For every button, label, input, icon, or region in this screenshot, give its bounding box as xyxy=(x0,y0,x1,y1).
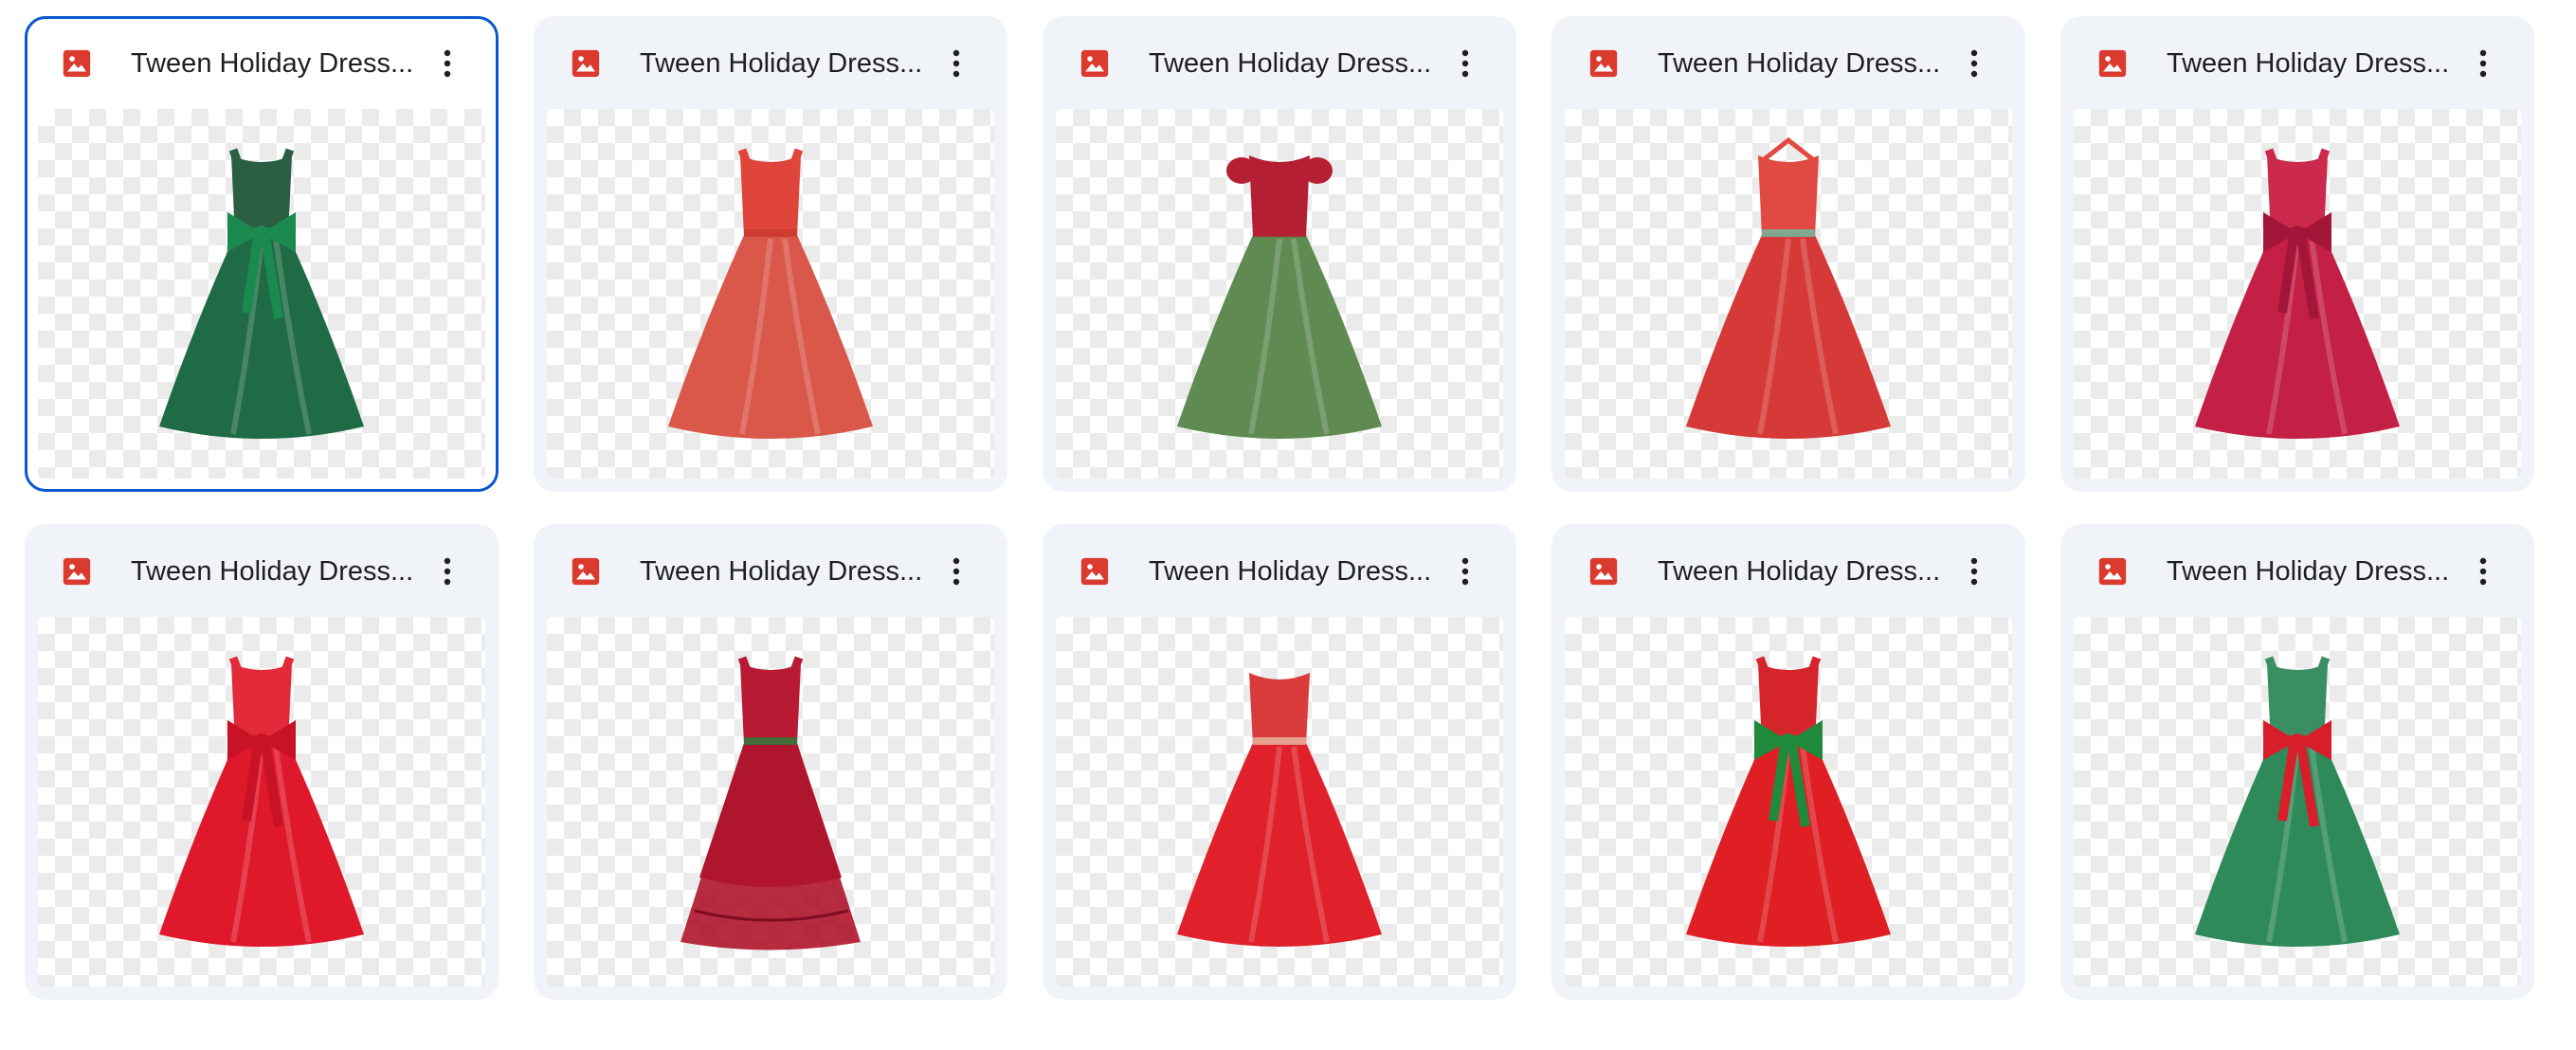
image-file-icon xyxy=(570,47,602,80)
more-options-button[interactable] xyxy=(934,41,979,86)
file-card-10[interactable]: Tween Holiday Dress... xyxy=(2060,524,2534,1000)
more-vert-icon xyxy=(1461,557,1469,586)
file-thumbnail xyxy=(1056,617,1503,987)
file-thumbnail xyxy=(2074,109,2521,479)
file-card-header: Tween Holiday Dress... xyxy=(534,16,1007,107)
dress-image xyxy=(680,656,861,950)
image-file-icon xyxy=(61,47,93,80)
file-card-header: Tween Holiday Dress... xyxy=(1043,16,1516,107)
more-vert-icon xyxy=(2479,49,2487,78)
file-title: Tween Holiday Dress... xyxy=(640,556,923,587)
file-card-4[interactable]: Tween Holiday Dress... xyxy=(1551,16,2025,492)
file-card-header: Tween Holiday Dress... xyxy=(1043,524,1516,615)
image-file-icon xyxy=(61,555,93,588)
more-vert-icon xyxy=(952,49,960,78)
more-options-button[interactable] xyxy=(1442,41,1488,86)
file-card-header: Tween Holiday Dress... xyxy=(1551,524,2025,615)
image-file-icon xyxy=(1079,47,1111,80)
dress-image xyxy=(2195,656,2400,947)
file-card-header: Tween Holiday Dress... xyxy=(25,524,499,615)
file-title: Tween Holiday Dress... xyxy=(640,48,923,79)
file-thumbnail xyxy=(38,617,485,987)
file-card-header: Tween Holiday Dress... xyxy=(27,19,496,110)
file-card-header: Tween Holiday Dress... xyxy=(1551,16,2025,107)
more-options-button[interactable] xyxy=(2460,549,2506,594)
more-vert-icon xyxy=(1970,49,1978,78)
file-title: Tween Holiday Dress... xyxy=(2167,556,2450,587)
dress-image xyxy=(1177,155,1382,439)
dress-image xyxy=(159,656,364,947)
more-options-button[interactable] xyxy=(2460,41,2506,86)
file-card-5[interactable]: Tween Holiday Dress... xyxy=(2060,16,2534,492)
file-card-8[interactable]: Tween Holiday Dress... xyxy=(1043,524,1516,1000)
more-options-button[interactable] xyxy=(425,41,470,86)
more-options-button[interactable] xyxy=(1951,41,1997,86)
more-options-button[interactable] xyxy=(1442,549,1488,594)
image-file-icon xyxy=(1587,555,1620,588)
file-card-2[interactable]: Tween Holiday Dress... xyxy=(534,16,1007,492)
file-card-header: Tween Holiday Dress... xyxy=(2060,16,2534,107)
dress-image xyxy=(1686,136,1891,439)
more-options-button[interactable] xyxy=(934,549,979,594)
image-file-icon xyxy=(1587,47,1620,80)
more-vert-icon xyxy=(952,557,960,586)
file-title: Tween Holiday Dress... xyxy=(1149,556,1432,587)
image-file-icon xyxy=(570,555,602,588)
file-title: Tween Holiday Dress... xyxy=(2167,48,2450,79)
file-thumbnail xyxy=(547,617,994,987)
dress-image xyxy=(1686,656,1891,947)
more-options-button[interactable] xyxy=(425,549,470,594)
more-vert-icon xyxy=(2479,557,2487,586)
more-vert-icon xyxy=(444,49,451,78)
dress-image xyxy=(2195,148,2400,439)
file-thumbnail xyxy=(1565,617,2012,987)
image-file-icon xyxy=(2096,555,2129,588)
file-title: Tween Holiday Dress... xyxy=(131,556,414,587)
file-card-9[interactable]: Tween Holiday Dress... xyxy=(1551,524,2025,1000)
dress-image xyxy=(159,148,364,439)
more-vert-icon xyxy=(1461,49,1469,78)
file-thumbnail xyxy=(38,109,485,479)
file-thumbnail xyxy=(1056,109,1503,479)
more-options-button[interactable] xyxy=(1951,549,1997,594)
dress-image xyxy=(1177,673,1382,947)
file-title: Tween Holiday Dress... xyxy=(1658,556,1941,587)
more-vert-icon xyxy=(1970,557,1978,586)
file-thumbnail xyxy=(547,109,994,479)
file-grid: Tween Holiday Dress... Tween Holiday Dre… xyxy=(25,16,2534,1000)
file-card-header: Tween Holiday Dress... xyxy=(534,524,1007,615)
dress-image xyxy=(668,148,873,439)
file-title: Tween Holiday Dress... xyxy=(1149,48,1432,79)
file-title: Tween Holiday Dress... xyxy=(1658,48,1941,79)
file-card-6[interactable]: Tween Holiday Dress... xyxy=(25,524,499,1000)
more-vert-icon xyxy=(444,557,451,586)
file-thumbnail xyxy=(1565,109,2012,479)
file-title: Tween Holiday Dress... xyxy=(131,48,414,79)
file-card-3[interactable]: Tween Holiday Dress... xyxy=(1043,16,1516,492)
file-card-1[interactable]: Tween Holiday Dress... xyxy=(25,16,499,492)
file-thumbnail xyxy=(2074,617,2521,987)
file-card-header: Tween Holiday Dress... xyxy=(2060,524,2534,615)
image-file-icon xyxy=(2096,47,2129,80)
file-card-7[interactable]: Tween Holiday Dress... xyxy=(534,524,1007,1000)
image-file-icon xyxy=(1079,555,1111,588)
